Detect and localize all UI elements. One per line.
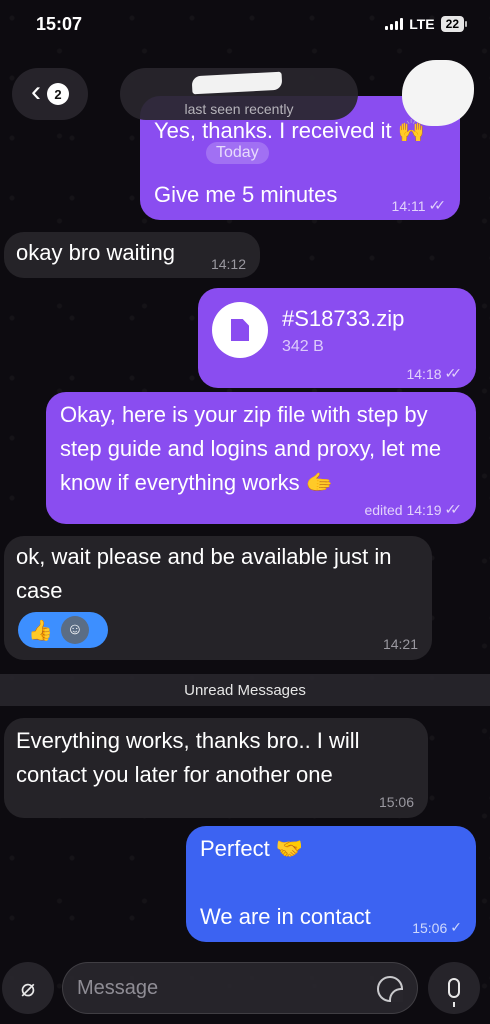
back-button[interactable]: ‹ 2 bbox=[12, 68, 88, 120]
sticker-icon[interactable] bbox=[377, 976, 403, 1002]
chevron-left-icon: ‹ bbox=[31, 75, 41, 108]
message-edited-time: edited 14:19 bbox=[364, 501, 442, 518]
status-time: 15:07 bbox=[36, 13, 83, 34]
unread-messages-divider: Unread Messages bbox=[0, 674, 490, 706]
chat-header: ‹ 2 last seen recently bbox=[0, 60, 490, 126]
file-name: #S18733.zip bbox=[282, 306, 405, 331]
reaction-badge[interactable]: 👍 ☺ bbox=[18, 612, 108, 648]
message-text: Everything works, thanks bro.. I will co… bbox=[16, 728, 360, 787]
message-time: 14:11 bbox=[391, 197, 426, 214]
message-meta: edited 14:19 ✓✓ bbox=[364, 501, 462, 518]
message-input-container[interactable] bbox=[62, 962, 418, 1014]
paperclip-icon: ⌀ bbox=[20, 974, 36, 1002]
signal-icon bbox=[385, 18, 404, 30]
unread-count-badge: 2 bbox=[47, 83, 69, 105]
thumbs-up-icon: 👍 bbox=[28, 619, 53, 642]
message-time: 14:12 bbox=[210, 256, 246, 272]
message-composer: ⌀ bbox=[0, 958, 490, 1024]
message-text: Okay, here is your zip file with step by… bbox=[60, 402, 442, 495]
voice-record-button[interactable] bbox=[428, 962, 480, 1014]
last-seen-status: last seen recently bbox=[184, 101, 294, 117]
status-indicators: LTE 22 bbox=[385, 16, 468, 32]
read-checkmarks-icon: ✓✓ bbox=[428, 197, 447, 213]
message-bubble-incoming[interactable]: okay bro waiting 14:12 bbox=[4, 232, 260, 278]
file-download-button[interactable] bbox=[212, 302, 268, 358]
message-bubble-outgoing[interactable]: Perfect 🤝 We are in contact 15:06 ✓ bbox=[186, 826, 476, 942]
message-text: Give me 5 minutes bbox=[154, 182, 338, 207]
contact-name-redacted bbox=[191, 71, 283, 95]
message-time: 15:06 bbox=[412, 919, 448, 936]
message-bubble-outgoing[interactable]: Okay, here is your zip file with step by… bbox=[46, 392, 476, 524]
message-time: 14:21 bbox=[382, 636, 418, 652]
message-text-line-1: Perfect 🤝 bbox=[200, 836, 304, 861]
message-text-line-2: We are in contact bbox=[200, 904, 371, 929]
read-checkmarks-icon: ✓✓ bbox=[444, 501, 463, 517]
sent-checkmark-icon: ✓ bbox=[450, 919, 462, 935]
file-size: 342 B bbox=[282, 338, 324, 355]
battery-icon: 22 bbox=[440, 16, 468, 32]
message-meta: 14:11 ✓✓ bbox=[391, 197, 447, 214]
message-bubble-incoming[interactable]: Everything works, thanks bro.. I will co… bbox=[4, 718, 428, 818]
chat-title[interactable]: last seen recently bbox=[120, 68, 358, 120]
date-chip: Today bbox=[206, 142, 269, 164]
microphone-icon bbox=[448, 978, 460, 1007]
message-meta: 14:21 bbox=[383, 636, 418, 652]
message-input[interactable] bbox=[77, 963, 367, 1013]
network-type: LTE bbox=[409, 16, 435, 32]
message-time: 14:18 bbox=[406, 365, 442, 382]
message-text: okay bro waiting bbox=[16, 240, 175, 265]
message-list[interactable]: Yes, thanks. I received it 🙌 Today Give … bbox=[0, 0, 490, 1024]
message-bubble-incoming[interactable]: ok, wait please and be available just in… bbox=[4, 536, 432, 660]
message-text: ok, wait please and be available just in… bbox=[16, 544, 392, 603]
read-checkmarks-icon: ✓✓ bbox=[444, 365, 463, 381]
reactor-avatar: ☺ bbox=[60, 616, 89, 644]
message-meta: 14:18 ✓✓ bbox=[406, 365, 462, 382]
message-bubble-file[interactable]: #S18733.zip 342 B 14:18 ✓✓ bbox=[198, 288, 476, 388]
document-icon bbox=[231, 319, 249, 341]
message-meta: 15:06 ✓ bbox=[412, 919, 462, 936]
attach-button[interactable]: ⌀ bbox=[2, 962, 54, 1014]
message-time: 15:06 bbox=[378, 794, 414, 810]
status-bar: 15:07 LTE 22 bbox=[0, 0, 490, 48]
contact-avatar-redacted[interactable] bbox=[402, 60, 474, 126]
message-meta: 15:06 bbox=[379, 794, 414, 810]
message-meta: 14:12 bbox=[211, 256, 246, 272]
